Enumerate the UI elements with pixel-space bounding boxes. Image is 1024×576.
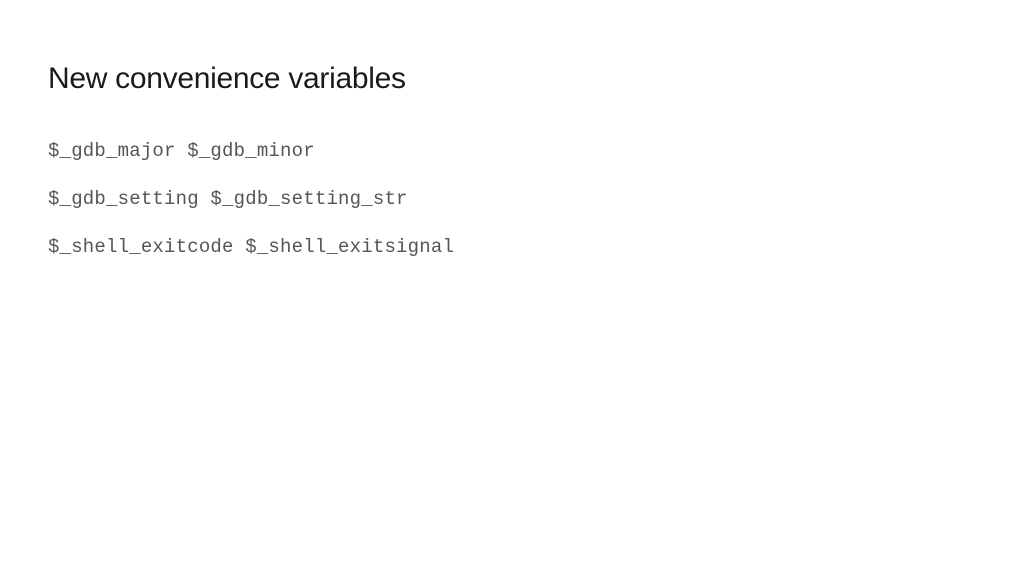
code-line: $_shell_exitcode $_shell_exitsignal [48, 236, 976, 258]
slide-title: New convenience variables [48, 62, 976, 96]
code-line: $_gdb_major $_gdb_minor [48, 140, 976, 162]
code-line: $_gdb_setting $_gdb_setting_str [48, 188, 976, 210]
